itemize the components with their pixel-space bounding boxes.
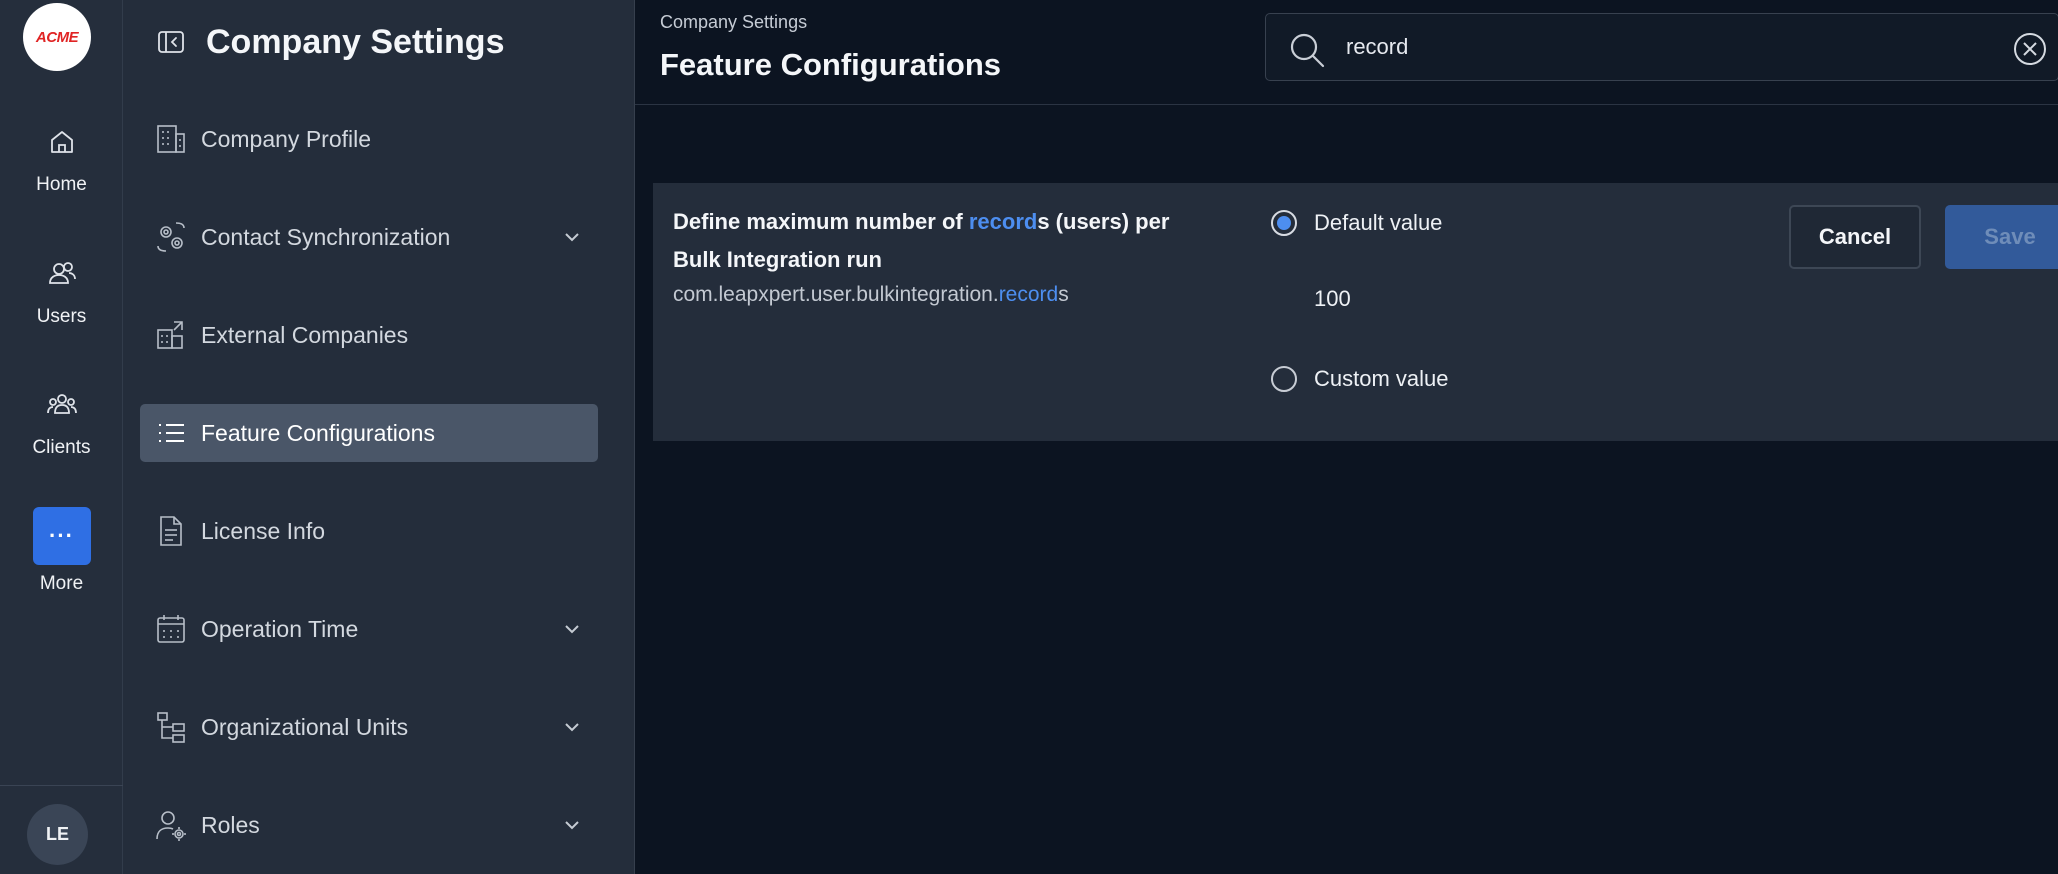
- sidebar-item-label: License Info: [201, 517, 326, 544]
- sidebar-item-label: Roles: [201, 811, 260, 838]
- calendar-icon: [157, 615, 185, 643]
- clear-search-icon[interactable]: [2012, 31, 2048, 67]
- default-value-radio-row[interactable]: Default value: [1271, 210, 1442, 236]
- sidebar-item-label: Organizational Units: [201, 713, 409, 740]
- org-tree-icon: [157, 712, 185, 743]
- custom-value-radio-row[interactable]: Custom value: [1271, 366, 1449, 392]
- config-card: Define maximum number of records (users)…: [653, 183, 2058, 441]
- chevron-down-icon[interactable]: [560, 617, 584, 641]
- building-icon: [157, 125, 185, 153]
- config-title: Define maximum number of records (users)…: [673, 203, 1193, 279]
- rail-label-home: Home: [36, 174, 87, 195]
- search-icon: [1290, 33, 1325, 68]
- icon-rail: ACME Home Users Clients ··· More LE: [0, 0, 123, 874]
- sidebar-item-license-info[interactable]: License Info: [140, 502, 598, 560]
- rail-item-users[interactable]: Users: [0, 258, 123, 368]
- clients-icon: [46, 394, 77, 414]
- rail-label-users: Users: [36, 306, 87, 327]
- sidebar-item-external-companies[interactable]: External Companies: [140, 306, 598, 364]
- user-avatar[interactable]: LE: [27, 804, 88, 865]
- rail-label-more: More: [39, 573, 84, 594]
- chevron-down-icon[interactable]: [560, 813, 584, 837]
- chevron-down-icon[interactable]: [560, 715, 584, 739]
- chevron-down-icon[interactable]: [560, 225, 584, 249]
- breadcrumb[interactable]: Company Settings: [660, 12, 807, 33]
- sidebar-item-roles[interactable]: Roles: [140, 796, 598, 854]
- document-icon: [160, 516, 182, 546]
- sidebar-title: Company Settings: [206, 22, 505, 61]
- config-key-highlight: record: [998, 283, 1059, 306]
- home-icon: [50, 131, 73, 153]
- sidebar-item-operation-time[interactable]: Operation Time: [140, 600, 598, 658]
- sidebar-item-label: Feature Configurations: [201, 419, 435, 446]
- config-title-pre: Define maximum number of: [673, 209, 969, 234]
- logo-text: ACME: [35, 28, 79, 46]
- user-gear-icon: [156, 811, 186, 841]
- sync-gears-icon: [157, 222, 185, 252]
- page-header: Company Settings Feature Configurations: [635, 0, 2058, 105]
- default-value-text: 100: [1314, 286, 1351, 311]
- custom-value-label: Custom value: [1314, 366, 1449, 391]
- sidebar-header: Company Settings: [155, 18, 504, 66]
- settings-sidebar: Company Settings Company Profile Contact…: [123, 0, 635, 874]
- more-icon[interactable]: ···: [32, 507, 91, 565]
- sidebar-item-contact-synchronization[interactable]: Contact Synchronization: [140, 208, 598, 266]
- sidebar-item-label: Company Profile: [201, 125, 372, 152]
- custom-value-radio[interactable]: [1271, 366, 1297, 392]
- external-buildings-icon: [157, 321, 183, 349]
- rail-item-more[interactable]: ··· More: [0, 507, 123, 617]
- page-title: Feature Configurations: [660, 47, 1002, 82]
- sidebar-item-feature-configurations[interactable]: Feature Configurations: [140, 404, 598, 462]
- rail-divider: [0, 785, 123, 786]
- acme-logo[interactable]: ACME: [23, 3, 91, 71]
- search-box: [1265, 13, 2058, 81]
- config-key: com.leapxpert.user.bulkintegration.recor…: [673, 283, 1069, 307]
- rail-label-clients: Clients: [32, 437, 91, 458]
- rail-item-clients[interactable]: Clients: [0, 389, 123, 499]
- search-input[interactable]: [1346, 28, 1946, 66]
- app-window: ACME Home Users Clients ··· More LE Comp…: [0, 0, 2058, 874]
- list-icon: [159, 424, 184, 442]
- sidebar-item-organizational-units[interactable]: Organizational Units: [140, 698, 598, 756]
- save-button[interactable]: Save: [1945, 205, 2058, 269]
- users-icon: [48, 262, 76, 284]
- sidebar-item-company-profile[interactable]: Company Profile: [140, 110, 598, 168]
- main-content: Company Settings Feature Configurations …: [635, 0, 2058, 874]
- config-key-post: s: [1058, 283, 1069, 306]
- default-value-label: Default value: [1314, 210, 1443, 235]
- cancel-button[interactable]: Cancel: [1789, 205, 1921, 269]
- rail-item-home[interactable]: Home: [0, 126, 123, 236]
- default-value-radio[interactable]: [1271, 210, 1297, 236]
- sidebar-item-label: Operation Time: [201, 615, 359, 642]
- config-title-highlight: record: [968, 209, 1038, 234]
- collapse-sidebar-icon[interactable]: [155, 26, 187, 58]
- config-key-pre: com.leapxpert.user.bulkintegration.: [673, 283, 999, 306]
- sidebar-item-label: Contact Synchronization: [201, 223, 451, 250]
- sidebar-item-label: External Companies: [201, 321, 409, 348]
